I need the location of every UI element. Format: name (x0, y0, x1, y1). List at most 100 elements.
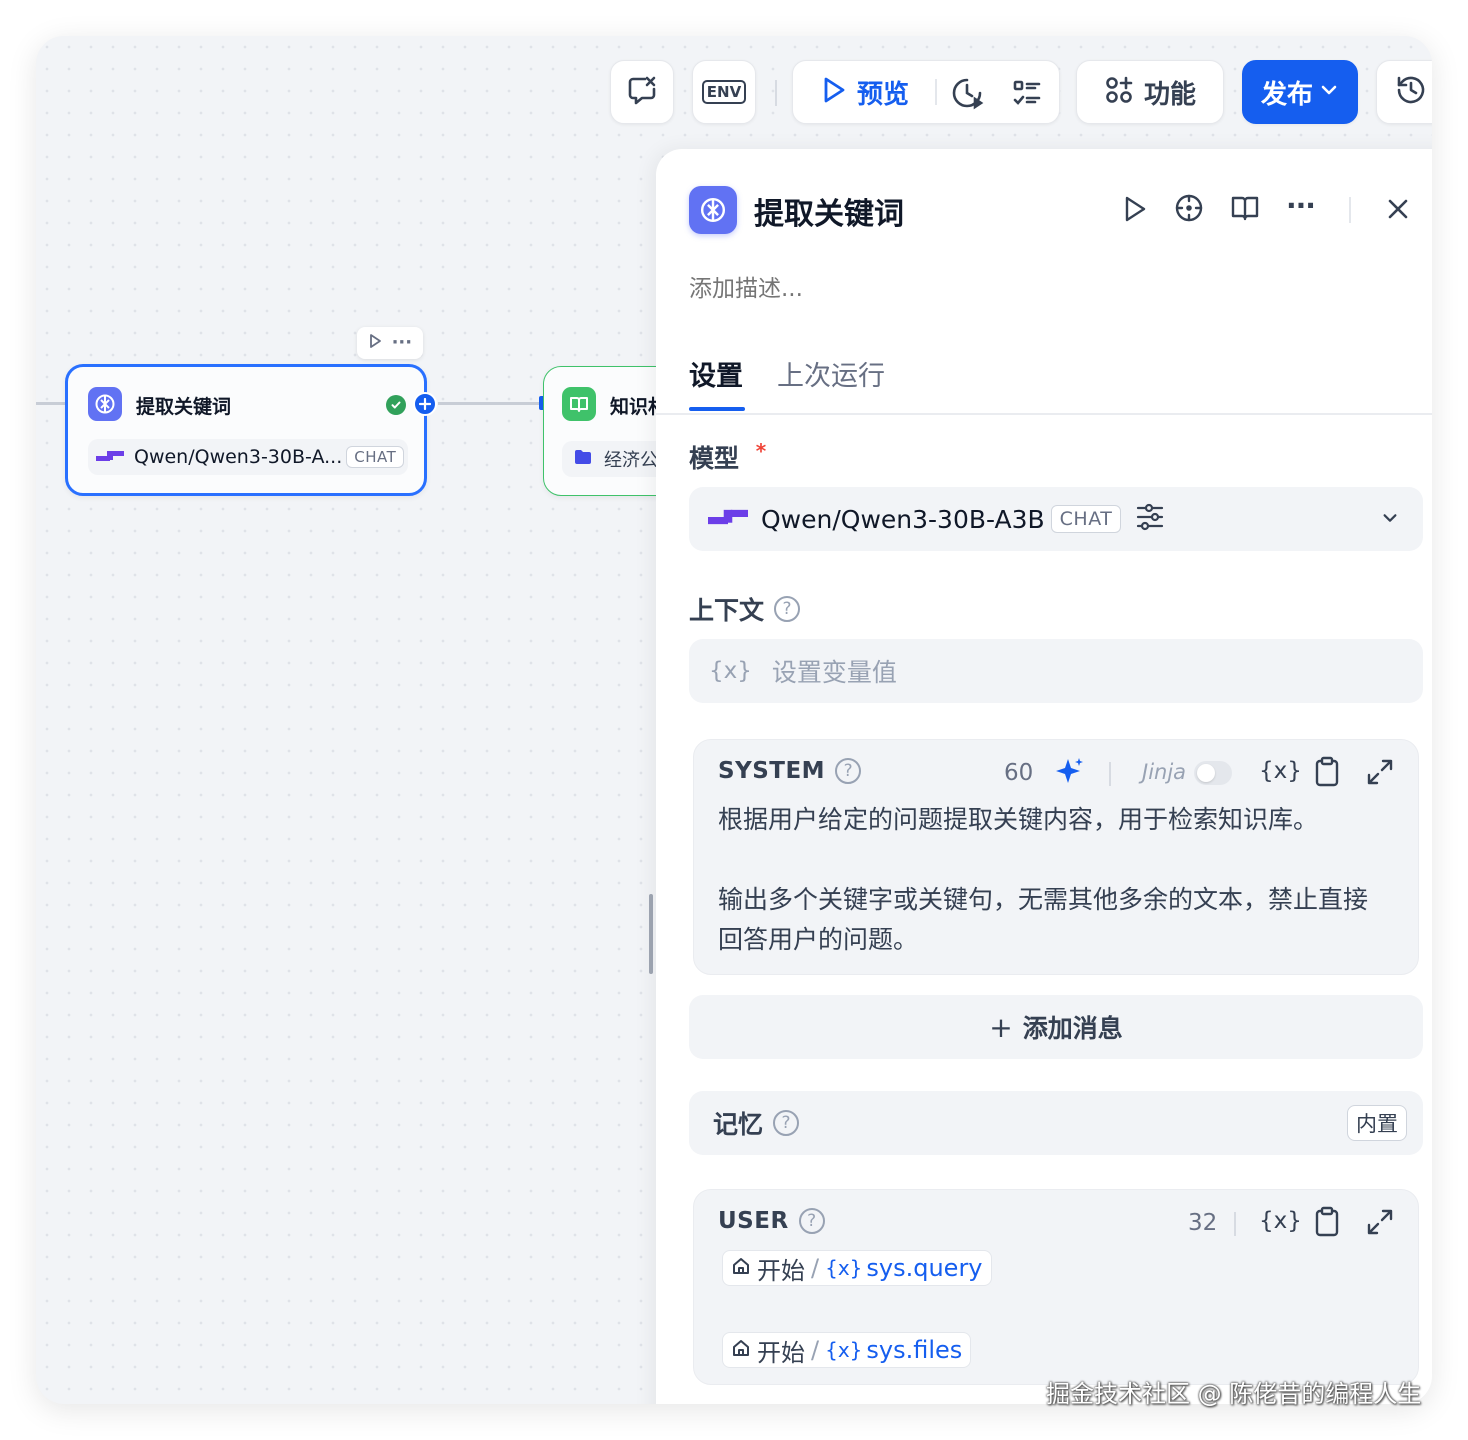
add-message-label: 添加消息 (1022, 1014, 1123, 1043)
run-node-icon[interactable] (1122, 195, 1148, 227)
preview-group: 预览 (792, 60, 1060, 124)
docs-book-icon[interactable] (1230, 193, 1260, 227)
node-title-input[interactable] (754, 189, 1074, 233)
variable-chip[interactable]: 开始 / {x} sys.query (722, 1250, 992, 1286)
chip-variable: sys.query (866, 1254, 983, 1282)
context-label: 上下文 (689, 596, 765, 625)
model-params-icon[interactable] (1135, 503, 1165, 535)
help-icon[interactable]: ? (773, 1110, 800, 1136)
copy-icon[interactable] (1314, 756, 1340, 792)
add-message-button[interactable]: + 添加消息 (689, 995, 1423, 1059)
success-check-icon (386, 395, 406, 415)
publish-button[interactable]: 发布 (1242, 60, 1358, 124)
checklist-icon[interactable] (1011, 77, 1043, 113)
more-icon[interactable]: ··· (392, 334, 413, 352)
features-icon (1104, 75, 1134, 109)
variable-chip[interactable]: 开始 / {x} sys.files (722, 1332, 972, 1368)
system-prompt-text[interactable]: 根据用户给定的问题提取关键内容，用于检索知识库。 输出多个关键字或关键句，无需其… (718, 800, 1408, 960)
description-input[interactable] (689, 269, 1289, 309)
chip-source: 开始 (757, 1256, 805, 1285)
context-label-row: 上下文 ? (689, 591, 801, 627)
context-variable-picker[interactable]: {x} 设置变量值 (689, 639, 1423, 703)
dataset-name: 经济公 (604, 450, 658, 471)
chip-separator: / (811, 1254, 820, 1282)
node-hover-toolbar: ··· (357, 327, 423, 359)
context-placeholder: 设置变量值 (771, 658, 897, 687)
model-name: Qwen/Qwen3-30B-A3B (761, 504, 1045, 534)
add-next-node-icon[interactable] (413, 392, 437, 416)
more-icon[interactable]: ··· (1286, 189, 1316, 222)
chip-separator: / (811, 1336, 820, 1364)
builtin-badge: 内置 (1347, 1105, 1407, 1141)
chip-source: 开始 (757, 1338, 805, 1367)
memory-row[interactable]: 记忆 ? 内置 (689, 1091, 1423, 1155)
model-provider-icon (96, 448, 124, 467)
node-model-row: Qwen/Qwen3-30B-A... CHAT (88, 439, 408, 475)
header-divider (1109, 762, 1111, 786)
llm-node-icon (88, 387, 122, 421)
variable-icon: {x} (825, 1256, 863, 1280)
active-tab-indicator (689, 407, 745, 411)
version-history-button[interactable] (1376, 60, 1432, 124)
run-history-icon[interactable] (949, 75, 985, 115)
llm-node-extract-keywords[interactable]: 提取关键词 Qwen/Qwen3-30B-A... CHAT (65, 364, 427, 496)
checklist-button[interactable] (610, 60, 674, 124)
knowledge-node-icon (562, 387, 596, 421)
edge-incoming (36, 402, 66, 405)
publish-label: 发布 (1260, 79, 1313, 110)
features-button[interactable]: 功能 (1076, 60, 1224, 124)
header-divider (1349, 197, 1351, 223)
system-header-left: SYSTEM ? (718, 758, 862, 784)
model-label-row: 模型 * (689, 439, 766, 475)
help-icon[interactable]: ? (798, 1208, 825, 1234)
help-icon[interactable]: ? (774, 596, 801, 622)
locate-icon[interactable] (1174, 193, 1204, 227)
run-node-icon[interactable] (368, 333, 382, 353)
variable-icon: {x} (825, 1338, 863, 1362)
chip-variable: sys.files (866, 1336, 963, 1364)
model-provider-icon (707, 507, 749, 531)
node-model-badge: CHAT (346, 446, 405, 468)
node-model-name: Qwen/Qwen3-30B-A... (134, 446, 343, 468)
panel-resize-handle[interactable] (649, 894, 653, 974)
user-prompt-editor: USER ? 32 {x} 开始 / {x} sys.query 开始 / {x… (693, 1189, 1419, 1385)
edge-connector (438, 402, 544, 405)
insert-variable-icon[interactable]: {x} (1259, 1208, 1302, 1234)
env-button[interactable]: ENV (692, 60, 756, 124)
model-selector[interactable]: Qwen/Qwen3-30B-A3B CHAT (689, 487, 1423, 551)
insert-variable-icon[interactable]: {x} (1259, 758, 1302, 784)
llm-icon (689, 186, 737, 234)
system-prompt-editor: SYSTEM ? 60 Jinja {x} 根据用户给定的问题提取关键内容，用于… (693, 739, 1419, 975)
play-icon (821, 76, 847, 108)
chevron-down-icon (1381, 509, 1399, 531)
help-icon[interactable]: ? (835, 758, 862, 784)
preview-button[interactable]: 预览 (821, 74, 909, 111)
close-icon[interactable] (1386, 197, 1410, 225)
workflow-window: ENV 预览 功能 发布 ··· 提取关键词 Qwen/Qwen3-30B-A.… (36, 36, 1432, 1404)
expand-icon[interactable] (1366, 758, 1394, 790)
tab-last-run[interactable]: 上次运行 (777, 354, 885, 414)
header-divider (1234, 1212, 1236, 1236)
expand-icon[interactable] (1366, 1208, 1394, 1240)
user-header-left: USER ? (718, 1208, 825, 1234)
system-label: SYSTEM (718, 758, 826, 784)
features-label: 功能 (1143, 79, 1196, 110)
tab-settings[interactable]: 设置 (689, 354, 745, 414)
env-label: ENV (706, 83, 742, 101)
toolbar-divider (775, 80, 777, 106)
plus-icon: + (989, 1010, 1013, 1044)
node-settings-panel: ··· 设置 上次运行 模型 * Qwen/Qwen3-30B-A3B CHAT (656, 149, 1432, 1404)
chevron-down-icon (1319, 80, 1339, 104)
variable-icon: {x} (709, 658, 752, 684)
jinja-toggle[interactable] (1194, 761, 1232, 785)
prompt-line: 输出多个关键字或关键句，无需其他多余的文本，禁止直接 (718, 885, 1369, 914)
toggle-knob (1197, 764, 1215, 782)
home-icon (731, 1254, 751, 1282)
ai-sparkle-icon[interactable] (1054, 756, 1084, 790)
copy-icon[interactable] (1314, 1206, 1340, 1242)
watermark: 掘金技术社区 @ 陈佬昔的编程人生 (1046, 1380, 1422, 1408)
preview-divider (935, 79, 937, 105)
chat-close-icon (625, 73, 659, 111)
folder-icon (574, 449, 592, 469)
home-icon (731, 1336, 751, 1364)
